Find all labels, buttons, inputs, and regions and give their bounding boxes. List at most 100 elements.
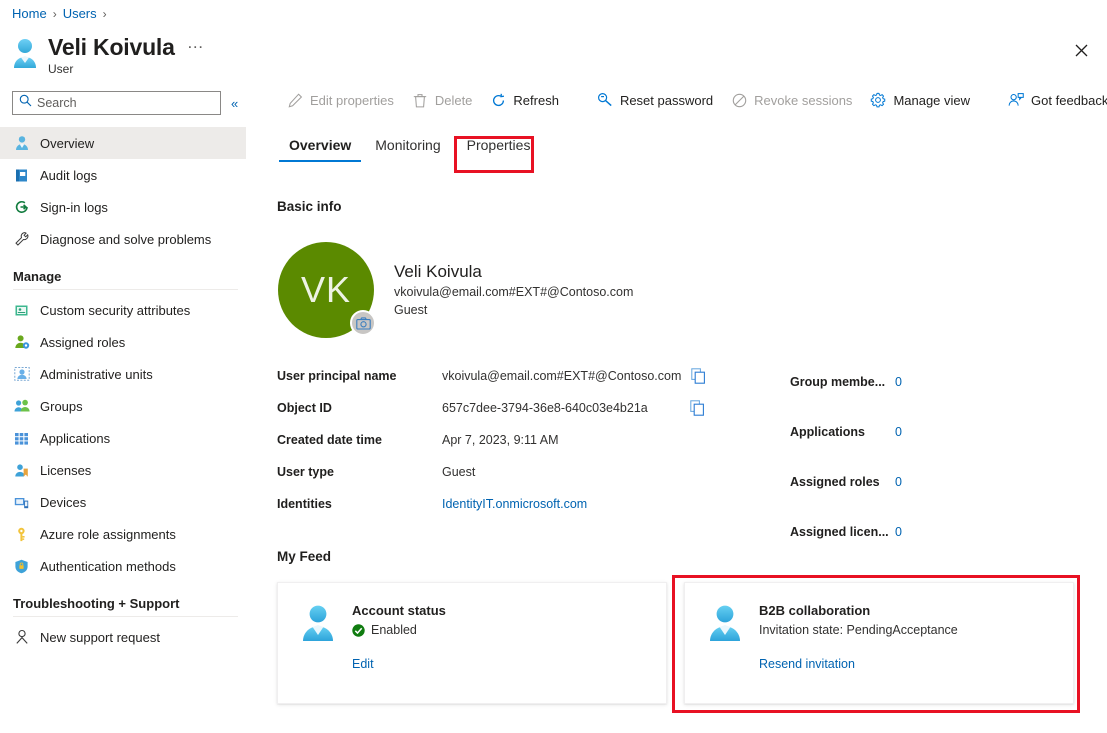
command-label: Manage view [893,92,971,108]
camera-icon[interactable] [350,310,376,336]
property-row: Object ID 657c7dee-3794-36e8-640c03e4b21… [277,392,722,424]
avatar: VK [278,242,376,338]
property-value-text: 657c7dee-3794-36e8-640c03e4b21a [442,401,648,415]
sidebar-item-overview[interactable]: Overview [0,127,246,159]
main-content: Edit properties Delete Refresh Reset pas… [246,80,1107,733]
tab-overview[interactable]: Overview [277,129,363,162]
command-label: Reset password [619,92,714,108]
delete-button[interactable]: Delete [403,88,482,112]
sidebar-item-azure-role-assignments[interactable]: Azure role assignments [0,518,246,550]
sidebar-item-label: Azure role assignments [40,526,176,542]
status-text: Invitation state: PendingAcceptance [759,623,958,637]
roles-icon [13,334,30,351]
property-row: Identities IdentityIT.onmicrosoft.com [277,488,722,520]
sidebar-item-devices[interactable]: Devices [0,486,246,518]
status-text-row: Invitation state: PendingAcceptance [759,623,958,637]
property-value[interactable]: 0 [895,425,902,439]
command-label: Edit properties [310,92,394,108]
blade-header: Veli Koivula … User [10,33,205,76]
property-value-text: Apr 7, 2023, 9:11 AM [442,433,559,447]
edit-properties-button[interactable]: Edit properties [278,88,403,112]
property-label: User principal name [277,369,397,383]
property-value[interactable]: 0 [895,475,902,489]
feed-card-b2b-collaboration[interactable]: B2B collaboration Invitation state: Pend… [684,582,1074,704]
feed-card-account-status[interactable]: Account status Enabled Edit [277,582,667,704]
sidebar-item-label: Sign-in logs [40,199,108,215]
tab-monitoring[interactable]: Monitoring [363,129,452,162]
sidebar-item-diagnose[interactable]: Diagnose and solve problems [0,223,246,255]
tab-label: Overview [289,137,352,153]
property-label: Created date time [277,433,382,447]
user-icon [298,603,338,643]
command-label: Revoke sessions [754,92,853,108]
identities-link[interactable]: IdentityIT.onmicrosoft.com [442,497,587,511]
breadcrumb-separator-icon: › [102,6,107,21]
property-value: vkoivula@email.com#EXT#@Contoso.com [442,368,706,384]
sidebar: « Overview [0,86,246,733]
sidebar-item-custom-security-attributes[interactable]: Custom security attributes [0,294,246,326]
breadcrumb-item-home[interactable]: Home [12,6,47,21]
more-options-icon[interactable]: … [187,34,205,58]
sidebar-item-label: Audit logs [40,167,98,183]
page-title: Veli Koivula [48,34,175,60]
search-input[interactable] [37,96,214,110]
sidebar-item-label: Overview [40,135,95,151]
support-icon [13,629,30,646]
property-value[interactable]: 0 [895,525,902,539]
sidebar-item-label: Authentication methods [40,558,176,574]
sidebar-item-label: Administrative units [40,366,153,382]
sidebar-item-groups[interactable]: Groups [0,390,246,422]
status-badge: Enabled [352,623,446,637]
sidebar-search-row: « [0,86,246,115]
profile-email: vkoivula@email.com#EXT#@Contoso.com [394,285,634,299]
command-label: Got feedback? [1031,92,1107,108]
key-search-icon [597,92,613,108]
revoke-sessions-button[interactable]: Revoke sessions [722,88,861,112]
tab-bar: Overview Monitoring Properties [246,124,1107,162]
user-icon [13,135,30,152]
attributes-icon [13,302,30,319]
property-row: Applications 0 [790,407,1090,457]
copy-icon[interactable] [691,368,706,384]
search-icon [19,94,32,112]
close-icon[interactable] [1067,36,1095,64]
properties-grid: User principal name vkoivula@email.com#E… [277,360,1090,557]
profile-user-type: Guest [394,303,428,317]
sidebar-item-licenses[interactable]: Licenses [0,454,246,486]
shield-icon [13,558,30,575]
property-value-text: vkoivula@email.com#EXT#@Contoso.com [442,369,682,383]
groups-icon [13,398,30,415]
edit-link[interactable]: Edit [352,657,374,671]
sidebar-group-title-manage: Manage [13,269,62,284]
property-row: User type Guest [277,456,722,488]
sidebar-item-administrative-units[interactable]: Administrative units [0,358,246,390]
breadcrumb: Home › Users › [12,6,107,21]
property-row: User principal name vkoivula@email.com#E… [277,360,722,392]
sidebar-item-audit-logs[interactable]: Audit logs [0,159,246,191]
breadcrumb-item-users[interactable]: Users [63,6,97,21]
sidebar-item-authentication-methods[interactable]: Authentication methods [0,550,246,582]
key-icon [13,526,30,543]
properties-column-left: User principal name vkoivula@email.com#E… [277,360,722,557]
property-value[interactable]: 0 [895,375,902,389]
devices-icon [13,494,30,511]
basic-info-heading: Basic info [277,199,342,214]
tab-properties[interactable]: Properties [453,129,545,162]
property-label: Applications [790,425,866,439]
refresh-button[interactable]: Refresh [481,88,568,112]
sidebar-item-sign-in-logs[interactable]: Sign-in logs [0,191,246,223]
sidebar-item-applications[interactable]: Applications [0,422,246,454]
got-feedback-button[interactable]: Got feedback? [999,88,1107,112]
copy-icon[interactable] [690,400,705,416]
search-box[interactable] [12,91,221,115]
sidebar-item-label: Assigned roles [40,334,126,350]
resend-invitation-link[interactable]: Resend invitation [759,657,855,671]
collapse-sidebar-icon[interactable]: « [227,96,242,111]
feedback-icon [1008,92,1024,108]
gear-icon [870,92,886,108]
block-icon [731,92,747,108]
sidebar-item-new-support-request[interactable]: New support request [0,621,246,653]
manage-view-button[interactable]: Manage view [861,88,979,112]
reset-password-button[interactable]: Reset password [588,88,722,112]
sidebar-item-assigned-roles[interactable]: Assigned roles [0,326,246,358]
